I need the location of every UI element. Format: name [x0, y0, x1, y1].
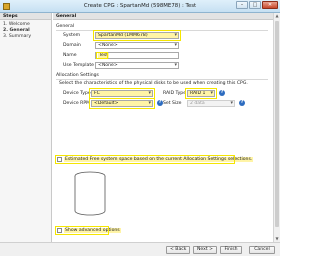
scroll-up-icon[interactable]: ▲: [274, 13, 280, 19]
device-rpm-label: Device RPM: [63, 101, 91, 106]
set-size-help-icon[interactable]: ?: [239, 100, 245, 106]
general-header: General: [53, 13, 273, 20]
domain-select[interactable]: <None>: [95, 42, 179, 49]
name-value: Test: [98, 53, 110, 58]
device-type-select[interactable]: FC: [91, 90, 153, 97]
allocation-description: Select the characteristics of the physic…: [59, 81, 248, 86]
use-template-select[interactable]: <None>: [95, 62, 179, 69]
steps-panel: Steps 1. Welcome 2. General 3. Summary: [0, 13, 52, 242]
set-size-select[interactable]: 2 data: [187, 100, 235, 107]
general-section-label: General: [56, 24, 75, 29]
wizard-footer: < Back Next > Finish Cancel: [0, 242, 280, 256]
device-rpm-select[interactable]: <Default>: [91, 100, 153, 107]
step-summary[interactable]: 3. Summary: [0, 34, 51, 40]
minimize-icon[interactable]: –: [236, 1, 248, 9]
set-size-label: Set Size: [163, 101, 182, 106]
window-controls: – □ ✕: [236, 1, 278, 9]
back-button[interactable]: < Back: [166, 246, 191, 254]
title-bar[interactable]: Create CPG : SpartanMd (598ME78) : Test …: [0, 0, 280, 13]
estimate-label: Estimated Free system space based on the…: [64, 157, 254, 162]
allocation-section-label: Allocation Settings: [56, 73, 99, 78]
cancel-button[interactable]: Cancel: [249, 246, 275, 254]
general-panel: General General System SpartanMd (1MM678…: [53, 13, 273, 242]
scroll-thumb[interactable]: [275, 21, 279, 227]
system-label: System: [63, 33, 81, 38]
divider: [56, 30, 268, 31]
estimate-checkbox[interactable]: [57, 157, 62, 162]
raid-type-select[interactable]: RAID 1: [187, 90, 215, 97]
next-button[interactable]: Next >: [193, 246, 218, 254]
close-icon[interactable]: ✕: [262, 1, 278, 9]
capacity-cylinder-graphic: [73, 171, 107, 217]
finish-button[interactable]: Finish: [220, 246, 242, 254]
divider: [56, 79, 268, 80]
system-select[interactable]: SpartanMd (1MM678): [95, 32, 179, 39]
name-label: Name: [63, 53, 77, 58]
steps-header: Steps: [0, 13, 51, 20]
maximize-icon[interactable]: □: [249, 1, 261, 9]
name-input[interactable]: Test: [95, 52, 179, 59]
device-type-label: Device Type: [63, 91, 91, 96]
advanced-options-checkbox[interactable]: [57, 228, 62, 233]
use-template-label: Use Template: [63, 63, 95, 68]
advanced-options-label: Show advanced options: [64, 228, 121, 233]
raid-help-icon[interactable]: ?: [219, 90, 225, 96]
raid-type-label: RAID Type: [163, 91, 187, 96]
domain-label: Domain: [63, 43, 81, 48]
vertical-scrollbar[interactable]: ▲ ▼: [273, 13, 280, 242]
